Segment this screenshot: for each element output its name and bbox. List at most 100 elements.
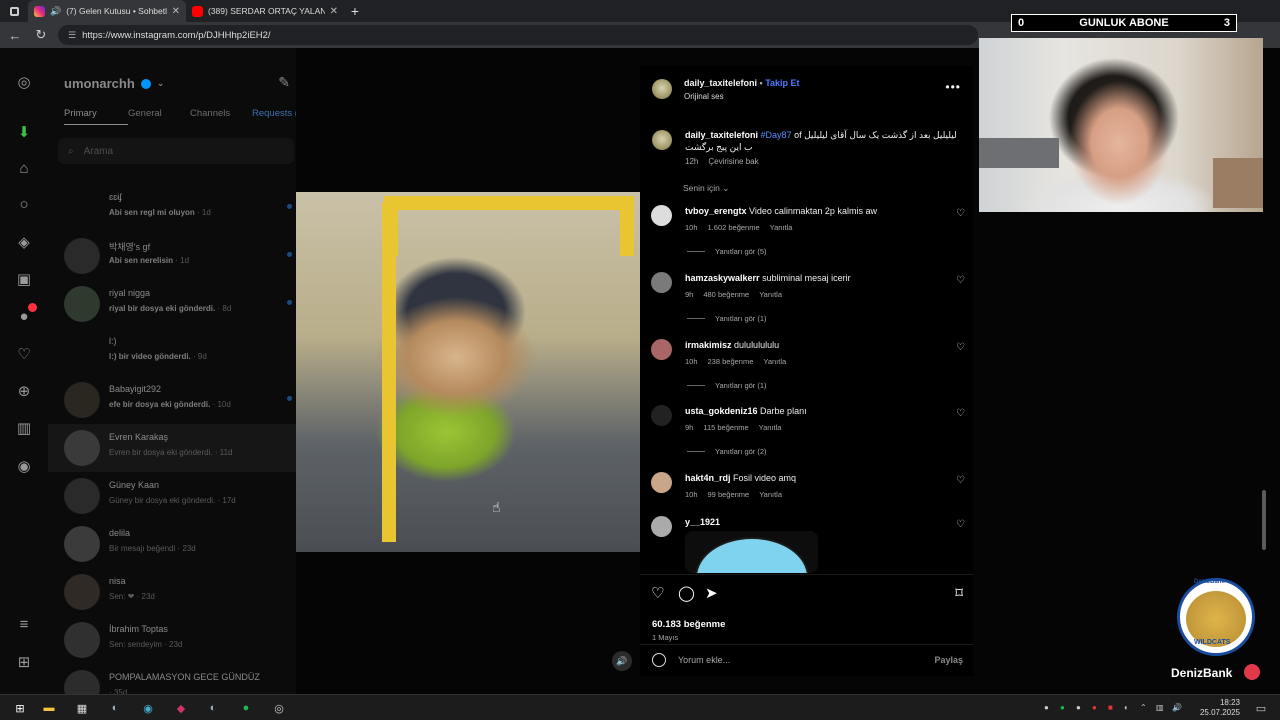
browser-tab-youtube[interactable]: (389) SERDAR ORTAÇ YALAN MA... ✕ [186, 0, 344, 22]
commenter-username[interactable]: y__1921 [685, 517, 720, 527]
like-heart-icon[interactable]: ♡ [651, 584, 664, 602]
commenter-username[interactable]: irmakimisz [685, 340, 732, 350]
notifications-icon[interactable]: ▭ [1252, 699, 1270, 717]
caption-hashtag[interactable]: #Day87 [761, 130, 792, 140]
like-comment-heart-icon[interactable]: ♡ [956, 208, 965, 219]
steam-icon[interactable]: ◐ [106, 699, 124, 717]
app-icon[interactable]: ◆ [172, 699, 190, 717]
post-comment-button[interactable]: Paylaş [934, 655, 963, 665]
tab-general[interactable]: General [128, 108, 190, 125]
share-send-icon[interactable]: ➤ [705, 584, 718, 602]
emoji-icon[interactable] [652, 653, 666, 667]
network-icon[interactable]: ▥ [1156, 703, 1164, 712]
site-info-icon[interactable]: ☰ [68, 30, 76, 41]
file-explorer-icon[interactable]: ▬ [40, 699, 58, 717]
search-icon[interactable]: ○ [14, 194, 34, 214]
commenter-avatar[interactable] [651, 405, 672, 426]
tray-steam-icon[interactable]: ◐ [1124, 703, 1129, 712]
reload-button[interactable]: ↻ [32, 27, 50, 43]
close-tab-icon[interactable]: ✕ [330, 6, 338, 17]
list-item[interactable]: delila Bir mesajı beğendi · 23d [48, 520, 296, 568]
list-item[interactable]: 박채영's gf Abi sen nerelisin · 1d [48, 232, 296, 280]
reply-button[interactable]: Yanıtla [763, 357, 786, 366]
notifications-heart-icon[interactable]: ♡ [14, 344, 34, 364]
commenter-avatar[interactable] [651, 205, 672, 226]
comment-likes[interactable]: 99 beğenme [708, 490, 750, 499]
audio-label[interactable]: Orijinal ses [684, 92, 724, 101]
comment-sort-dropdown[interactable]: Senin için ⌄ [683, 183, 729, 194]
start-menu-icon[interactable]: ⊞ [11, 699, 29, 717]
comment-likes[interactable]: 1.602 beğenme [708, 223, 760, 232]
search-box[interactable]: ⌕ Arama [58, 138, 294, 164]
reels-icon[interactable]: ▣ [14, 269, 34, 289]
new-tab-button[interactable]: + [344, 3, 366, 19]
list-item[interactable]: riyal nigga riyal bir dosya eki gönderdi… [48, 280, 296, 328]
tray-mic-icon[interactable]: ● [1076, 703, 1081, 712]
like-comment-heart-icon[interactable]: ♡ [956, 408, 965, 419]
view-replies-button[interactable]: Yanıtları gör (1) [687, 381, 767, 390]
browser-tab-instagram[interactable]: 🔊 (7) Gelen Kutusu • Sohbetler ✕ [28, 0, 186, 22]
store-icon[interactable]: ▦ [73, 699, 91, 717]
comment-input[interactable]: Yorum ekle... [678, 655, 730, 665]
page-scrollbar[interactable] [1262, 490, 1266, 550]
steam-2-icon[interactable]: ◐ [204, 699, 222, 717]
comment-likes[interactable]: 238 beğenme [708, 357, 754, 366]
commenter-username[interactable]: hakt4n_rdj [685, 473, 731, 483]
spotify-icon[interactable]: ● [237, 699, 255, 717]
follow-button[interactable]: Takip Et [765, 78, 799, 88]
tray-spotify-icon[interactable]: ● [1060, 703, 1065, 712]
tray-app-icon[interactable]: ■ [1108, 703, 1113, 712]
tab-primary[interactable]: Primary [64, 108, 128, 125]
more-apps-icon[interactable]: ⊞ [14, 652, 34, 672]
more-options-icon[interactable]: ••• [945, 80, 961, 94]
list-item[interactable]: l:) l:) bir video gönderdi. · 9d [48, 328, 296, 376]
comment-image[interactable] [685, 531, 818, 573]
reply-button[interactable]: Yanıtla [759, 490, 782, 499]
instagram-logo-icon[interactable]: ◎ [14, 72, 34, 92]
tab-channels[interactable]: Channels [190, 108, 252, 125]
commenter-avatar[interactable] [651, 339, 672, 360]
like-comment-heart-icon[interactable]: ♡ [956, 342, 965, 353]
commenter-avatar[interactable] [651, 516, 672, 537]
translate-link[interactable]: Çevirisine bak [708, 157, 758, 166]
url-field[interactable]: ☰ https://www.instagram.com/p/DJHHhp2iEH… [58, 25, 978, 45]
edge-browser-icon[interactable]: ◉ [139, 699, 157, 717]
speaker-icon[interactable]: 🔊 [50, 6, 61, 17]
comment-likes[interactable]: 480 beğenme [703, 290, 749, 299]
reply-button[interactable]: Yanıtla [759, 423, 782, 432]
commenter-username[interactable]: hamzaskywalkerr [685, 273, 760, 283]
commenter-username[interactable]: usta_gokdeniz16 [685, 406, 758, 416]
post-likes-count[interactable]: 60.183 beğenme [652, 619, 725, 630]
post-video[interactable] [296, 192, 640, 552]
profile-avatar-icon[interactable]: ◉ [14, 456, 34, 476]
commenter-avatar[interactable] [651, 272, 672, 293]
dashboard-icon[interactable]: ▥ [14, 418, 34, 438]
tray-record-icon[interactable]: ● [1092, 703, 1097, 712]
explore-icon[interactable]: ◈ [14, 232, 34, 252]
like-comment-heart-icon[interactable]: ♡ [956, 275, 965, 286]
save-bookmark-icon[interactable]: ⌑ [955, 584, 963, 602]
caption-author-avatar[interactable] [652, 130, 672, 150]
view-replies-button[interactable]: Yanıtları gör (1) [687, 314, 767, 323]
list-item[interactable]: ɛɛɨʄ Abi sen regl mi oluyon · 1d [48, 184, 296, 232]
close-tab-icon[interactable]: ✕ [172, 6, 180, 17]
back-button[interactable]: ← [6, 28, 24, 43]
inbox-header[interactable]: umonarchh ⌄ [64, 76, 164, 91]
caption-author[interactable]: daily_taxitelefoni [685, 130, 758, 140]
view-replies-button[interactable]: Yanıtları gör (2) [687, 447, 767, 456]
author-avatar[interactable] [652, 79, 672, 99]
list-item[interactable]: Evren Karakaş Evren bir dosya eki gönder… [48, 424, 296, 472]
author-username[interactable]: daily_taxitelefoni [684, 78, 757, 88]
list-item[interactable]: Babayigit292 efe bir dosya eki gönderdi.… [48, 376, 296, 424]
comment-bubble-icon[interactable]: ◯ [678, 584, 695, 602]
menu-icon[interactable]: ≡ [14, 614, 34, 634]
clock[interactable]: 18:23 25.07.2025 [1200, 698, 1240, 718]
tray-icon[interactable]: ● [1044, 703, 1049, 712]
tray-up-arrow-icon[interactable]: ⌃ [1140, 703, 1147, 712]
obs-icon[interactable]: ◎ [270, 699, 288, 717]
like-comment-heart-icon[interactable]: ♡ [956, 475, 965, 486]
reply-button[interactable]: Yanıtla [759, 290, 782, 299]
volume-button[interactable]: 🔊 [612, 651, 632, 671]
commenter-avatar[interactable] [651, 472, 672, 493]
home-icon[interactable]: ⌂ [14, 158, 34, 178]
